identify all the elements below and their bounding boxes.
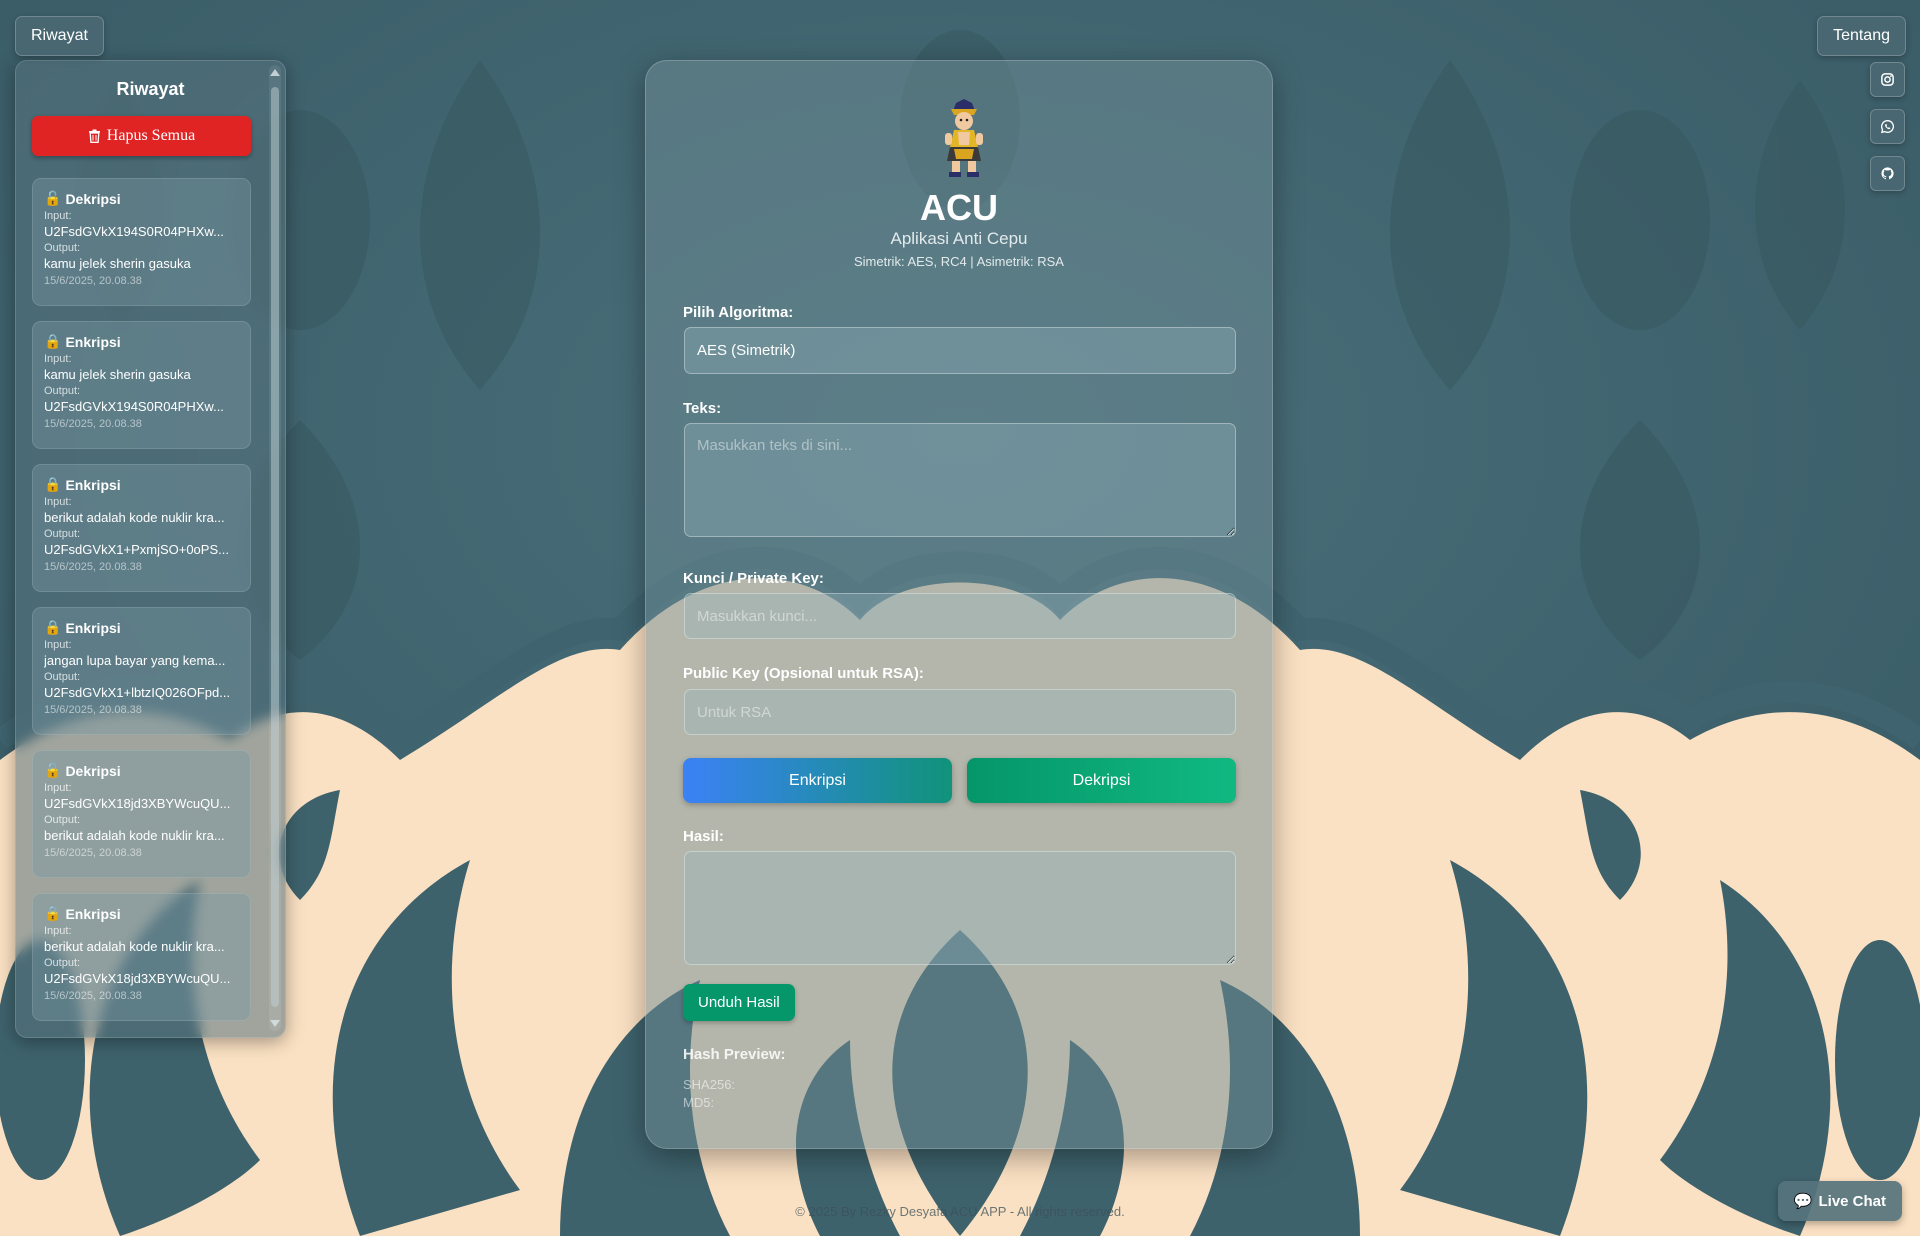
whatsapp-icon [1880, 120, 1894, 134]
history-timestamp: 15/6/2025, 20.08.38 [44, 704, 142, 716]
history-output-label: Output: [44, 814, 81, 826]
history-item[interactable]: 🔒 Enkripsi Input: kamu jelek sherin gasuk… [32, 321, 251, 449]
history-output-label: Output: [44, 385, 81, 397]
history-input-label: Input: [44, 210, 72, 222]
history-sidebar: Riwayat Hapus Semua 🔓 Dekripsi Input: U2F… [15, 60, 286, 1038]
history-input-value: kamu jelek sherin gasuka [44, 367, 191, 382]
algorithm-summary: Simetrik: AES, RC4 | Asimetrik: RSA [854, 254, 1064, 269]
history-input-label: Input: [44, 782, 72, 794]
history-timestamp: 15/6/2025, 20.08.38 [44, 847, 142, 859]
clear-all-button[interactable]: Hapus Semua [32, 116, 251, 156]
live-chat-label: Live Chat [1818, 1192, 1886, 1210]
history-input-value: U2FsdGVkX194S0R04PHXw... [44, 224, 224, 239]
history-timestamp: 15/6/2025, 20.08.38 [44, 418, 142, 430]
history-timestamp: 15/6/2025, 20.08.38 [44, 275, 142, 287]
history-output-value: kamu jelek sherin gasuka [44, 256, 191, 271]
history-output-value: berikut adalah kode nuklir kra... [44, 828, 225, 843]
public-key-label: Public Key (Opsional untuk RSA): [683, 665, 924, 682]
about-button[interactable]: Tentang [1817, 16, 1906, 56]
history-output-label: Output: [44, 242, 81, 254]
history-input-label: Input: [44, 925, 72, 937]
public-key-input[interactable] [684, 689, 1236, 735]
lock-icon: 🔒 [44, 476, 62, 492]
github-icon [1881, 167, 1894, 180]
footer-copyright: © 2025 By Rezky Desyafa ACU APP - All ri… [795, 1204, 1125, 1219]
history-item[interactable]: 🔓 Dekripsi Input: U2FsdGVkX194S0R04PHXw..… [32, 178, 251, 306]
history-input-label: Input: [44, 639, 72, 651]
history-item[interactable]: 🔒 Enkripsi Input: jangan lupa bayar yang … [32, 607, 251, 735]
private-key-input[interactable] [684, 593, 1236, 639]
lock-icon: 🔒 [44, 905, 62, 921]
github-button[interactable] [1870, 156, 1905, 191]
text-input[interactable] [684, 423, 1236, 537]
history-output-label: Output: [44, 957, 81, 969]
history-title: Riwayat [116, 79, 185, 99]
sha256-label: SHA256: [683, 1077, 736, 1092]
app-logo [945, 99, 983, 177]
history-input-value: U2FsdGVkX18jd3XBYWcuQU... [44, 796, 231, 811]
lock-icon: 🔒 [44, 619, 62, 635]
app-title: ACU [920, 187, 998, 228]
history-toggle-button[interactable]: Riwayat [15, 16, 104, 56]
live-chat-button[interactable]: 💬 Live Chat [1777, 1181, 1902, 1221]
unlock-icon: 🔓 [44, 190, 62, 206]
encrypt-button[interactable]: Enkripsi [683, 758, 952, 803]
scroll-down-icon[interactable] [270, 1020, 280, 1027]
history-item-type: Dekripsi [65, 190, 121, 207]
history-item[interactable]: 🔒 Enkripsi Input: berikut adalah kode nuk… [32, 464, 251, 592]
history-item-type: Enkripsi [65, 476, 121, 493]
clear-all-label: Hapus Semua [106, 127, 196, 144]
app-subtitle: Aplikasi Anti Cepu [890, 229, 1028, 248]
decrypt-button[interactable]: Dekripsi [967, 758, 1236, 803]
key-label: Kunci / Private Key: [683, 570, 824, 587]
lock-icon: 🔒 [44, 333, 62, 349]
crypto-card: ACU Aplikasi Anti Cepu Simetrik: AES, RC… [645, 60, 1273, 1149]
hash-preview-title: Hash Preview: [683, 1046, 786, 1063]
history-output-label: Output: [44, 528, 81, 540]
history-output-value: U2FsdGVkX1+PxmjSO+0oPS... [44, 542, 229, 557]
history-output-value: U2FsdGVkX18jd3XBYWcuQU... [44, 971, 231, 986]
history-timestamp: 15/6/2025, 20.08.38 [44, 990, 142, 1002]
trash-icon [88, 129, 100, 143]
history-item-type: Dekripsi [65, 762, 121, 779]
history-input-value: berikut adalah kode nuklir kra... [44, 939, 225, 954]
history-item-type: Enkripsi [65, 619, 121, 636]
instagram-icon [1881, 73, 1894, 86]
algorithm-select[interactable]: AES (Simetrik) [684, 327, 1236, 374]
history-list: 🔓 Dekripsi Input: U2FsdGVkX194S0R04PHXw..… [32, 178, 285, 1021]
history-item-type: Enkripsi [65, 905, 121, 922]
unlock-icon: 🔓 [44, 762, 62, 778]
history-timestamp: 15/6/2025, 20.08.38 [44, 561, 142, 573]
history-item-type: Enkripsi [65, 333, 121, 350]
history-output-value: U2FsdGVkX194S0R04PHXw... [44, 399, 224, 414]
history-input-value: berikut adalah kode nuklir kra... [44, 510, 225, 525]
instagram-button[interactable] [1870, 62, 1905, 97]
history-output-value: U2FsdGVkX1+lbtzIQ026OFpd... [44, 685, 231, 700]
scrollbar-thumb[interactable] [271, 87, 279, 1007]
history-scrollbar[interactable] [269, 65, 281, 1031]
history-input-value: jangan lupa bayar yang kema... [44, 653, 226, 668]
scroll-up-icon[interactable] [270, 69, 280, 76]
algorithm-label: Pilih Algoritma: [683, 304, 794, 321]
text-label: Teks: [683, 400, 722, 417]
download-result-button[interactable]: Unduh Hasil [683, 984, 795, 1021]
result-output[interactable] [684, 851, 1236, 965]
history-item[interactable]: 🔓 Dekripsi Input: U2FsdGVkX18jd3XBYWcuQU.… [32, 750, 251, 878]
whatsapp-button[interactable] [1870, 109, 1905, 144]
md5-label: MD5: [683, 1095, 715, 1110]
result-label: Hasil: [683, 828, 724, 845]
history-item[interactable]: 🔒 Enkripsi Input: berikut adalah kode nuk… [32, 893, 251, 1021]
history-input-label: Input: [44, 353, 72, 365]
history-input-label: Input: [44, 496, 72, 508]
chat-bubble-icon: 💬 [1793, 1193, 1813, 1210]
history-output-label: Output: [44, 671, 81, 683]
